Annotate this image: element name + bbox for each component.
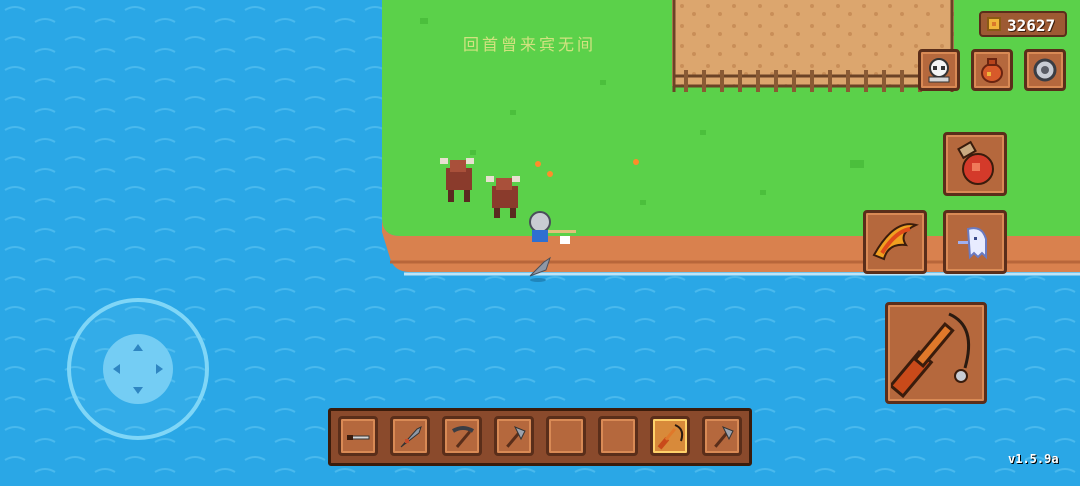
use-tool-button[interactable] bbox=[885, 302, 987, 404]
bag-button[interactable] bbox=[971, 49, 1013, 91]
knife-icon bbox=[347, 435, 370, 440]
potion-button[interactable] bbox=[943, 132, 1007, 196]
ghost-button[interactable] bbox=[943, 210, 1007, 274]
hotbar-slot-4[interactable] bbox=[494, 416, 534, 456]
hotbar-slot-1[interactable] bbox=[338, 416, 378, 456]
fishing-rod-icon bbox=[657, 424, 684, 450]
pickaxe-icon bbox=[451, 426, 475, 448]
ghost-icon bbox=[958, 227, 987, 260]
hotbar-slot-3[interactable] bbox=[442, 416, 482, 456]
fishing-rod-icon bbox=[891, 312, 971, 398]
arrows-icon bbox=[113, 344, 163, 394]
hotbar-slot-8[interactable] bbox=[702, 416, 742, 456]
bag-icon bbox=[981, 58, 1003, 83]
virtual-joystick[interactable] bbox=[67, 298, 209, 440]
fish-icon bbox=[400, 426, 422, 448]
hotbar-slot-6[interactable] bbox=[598, 416, 638, 456]
watermark-text: 回首曾来宾无间 bbox=[463, 35, 597, 54]
hotbar-slot-7-selected[interactable] bbox=[650, 416, 690, 456]
potion-icon bbox=[957, 140, 994, 185]
coin-icon bbox=[987, 17, 1001, 31]
dash-icon bbox=[872, 223, 919, 261]
hotbar-slot-5[interactable] bbox=[546, 416, 586, 456]
skull-button[interactable] bbox=[918, 49, 960, 91]
hotbar-slot-2[interactable] bbox=[390, 416, 430, 456]
joystick-knob[interactable] bbox=[103, 334, 173, 404]
coin-counter: 32627 bbox=[979, 11, 1067, 37]
dash-button[interactable] bbox=[863, 210, 927, 274]
settings-button[interactable] bbox=[1024, 49, 1066, 91]
version-label: v1.5.9a bbox=[1008, 452, 1059, 466]
coin-count: 32627 bbox=[1007, 16, 1056, 35]
skull-icon bbox=[928, 58, 950, 83]
gear-icon bbox=[1033, 58, 1057, 82]
axe-icon bbox=[506, 426, 526, 448]
axe-icon bbox=[714, 426, 734, 448]
